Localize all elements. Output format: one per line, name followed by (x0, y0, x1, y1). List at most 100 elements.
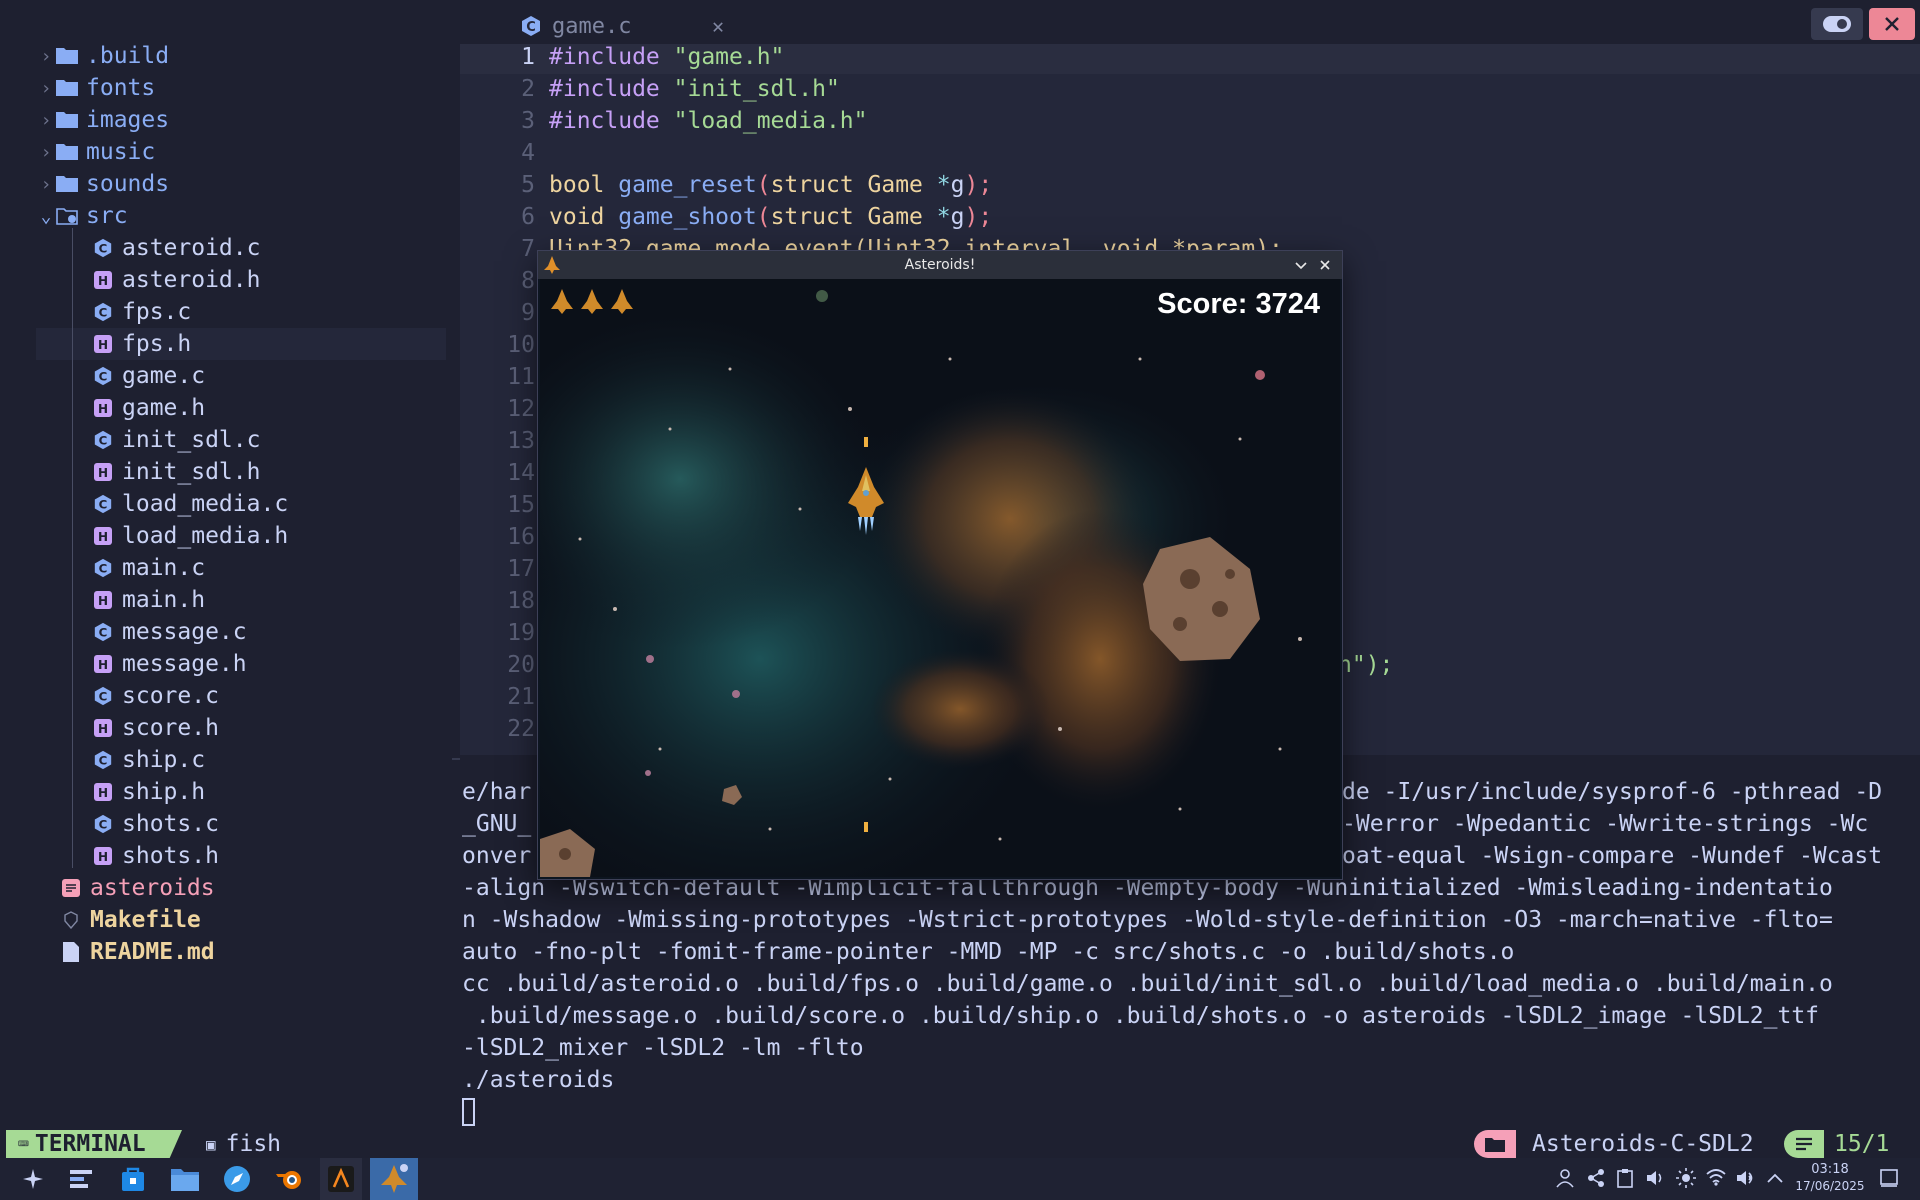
volume-icon[interactable] (1646, 1168, 1664, 1192)
tree-item-label: load_media.c (122, 491, 289, 517)
file-manager-icon[interactable] (164, 1158, 206, 1200)
tree-item-label: ship.h (122, 779, 206, 805)
tree-file[interactable]: Cgame.c (92, 360, 205, 392)
code-line-3[interactable]: #include "load_media.h" (549, 108, 868, 134)
tree-file[interactable]: Hshots.h (92, 840, 219, 872)
close-icon[interactable]: ✕ (712, 14, 724, 38)
tree-item-label: ship.c (122, 747, 206, 773)
code-line-1[interactable]: #include "game.h" (549, 44, 784, 70)
tree-file[interactable]: Hscore.h (92, 712, 219, 744)
code-line-2[interactable]: #include "init_sdl.h" (549, 76, 840, 102)
tree-item-label: asteroid.c (122, 235, 261, 261)
tree-file[interactable]: asteroids (60, 872, 215, 904)
svg-text:C: C (526, 20, 536, 35)
tree-file[interactable]: Cfps.c (92, 296, 191, 328)
game-window[interactable]: Asteroids! Score: 3724 (538, 251, 1342, 879)
tree-item-label: init_sdl.c (122, 427, 261, 453)
tree-file[interactable]: Hload_media.h (92, 520, 288, 552)
close-icon[interactable] (1318, 258, 1332, 276)
svg-text:H: H (98, 530, 108, 544)
speaker-icon[interactable] (1736, 1168, 1756, 1192)
svg-text:H: H (98, 722, 108, 736)
chevron-right-icon[interactable]: › (36, 174, 56, 195)
svg-text:H: H (98, 850, 108, 864)
tree-file[interactable]: Cinit_sdl.c (92, 424, 260, 456)
line-number: 11 (507, 364, 535, 390)
chevron-right-icon[interactable]: › (36, 78, 56, 99)
tree-file[interactable]: Cship.c (92, 744, 205, 776)
prompt-icon: ▣ (206, 1134, 216, 1154)
code-line-6[interactable]: void game_shoot(struct Game *g); (549, 204, 992, 230)
tree-file[interactable]: Hasteroid.h (92, 264, 260, 296)
tree-file[interactable]: Cscore.c (92, 680, 219, 712)
file-explorer: › .build › fonts › images › music › sounds ⌄ src Cas… (0, 0, 460, 1130)
task-manager-icon[interactable] (60, 1158, 102, 1200)
c-file-icon: C (92, 301, 114, 323)
tree-item-label: fps.h (122, 331, 192, 357)
terminal-cursor (462, 1098, 475, 1126)
tree-file[interactable]: Cmessage.c (92, 616, 247, 648)
tree-file[interactable]: Cshots.c (92, 808, 219, 840)
chevron-right-icon[interactable]: › (36, 46, 56, 67)
clipboard-icon[interactable] (1617, 1168, 1633, 1192)
terminal-line-fragment: -Werror -Wpedantic -Wwrite-strings -Wc (1342, 811, 1869, 837)
chevron-down-icon[interactable]: ⌄ (36, 206, 56, 227)
line-number: 6 (521, 204, 535, 230)
svg-text:H: H (98, 786, 108, 800)
tree-file[interactable]: Hship.h (92, 776, 205, 808)
terminal-line: ./asteroids (462, 1067, 615, 1093)
chevron-right-icon[interactable]: › (36, 110, 56, 131)
tree-file[interactable]: Hmain.h (92, 584, 205, 616)
clock-time: 03:18 (1811, 1162, 1849, 1177)
tree-folder[interactable]: › .build (36, 40, 170, 72)
tree-folder[interactable]: › music (36, 136, 156, 168)
tree-file[interactable]: Hmessage.h (92, 648, 247, 680)
minimize-icon[interactable] (1294, 258, 1308, 276)
tree-file[interactable]: Casteroid.c (92, 232, 260, 264)
tree-folder[interactable]: › fonts (36, 72, 156, 104)
bullet (864, 437, 868, 447)
line-number: 3 (521, 108, 535, 134)
chevron-right-icon[interactable]: › (36, 142, 56, 163)
code-line-5[interactable]: bool game_reset(struct Game *g); (549, 172, 992, 198)
user-icon[interactable] (1556, 1168, 1574, 1192)
asteroids-game-icon[interactable] (370, 1158, 418, 1200)
terminal-app-icon[interactable] (320, 1158, 362, 1200)
svg-text:C: C (99, 754, 108, 768)
clock[interactable]: 03:18 17/06/2025 (1790, 1162, 1870, 1194)
markdown-file-icon (60, 941, 82, 963)
app-launcher-icon[interactable] (12, 1158, 54, 1200)
tree-file[interactable]: Hinit_sdl.h (92, 456, 260, 488)
tree-file[interactable]: Makefile (60, 904, 201, 936)
network-share-icon[interactable] (1587, 1168, 1605, 1192)
tree-file[interactable]: Cmain.c (92, 552, 205, 584)
tree-folder[interactable]: › images (36, 104, 170, 136)
wifi-icon[interactable] (1706, 1168, 1726, 1190)
svg-text:C: C (99, 818, 108, 832)
tree-item-label: images (86, 107, 170, 133)
svg-text:C: C (99, 306, 108, 320)
tree-file[interactable]: Cload_media.c (92, 488, 288, 520)
show-desktop-icon[interactable] (1880, 1169, 1898, 1191)
tree-file[interactable]: Hgame.h (92, 392, 205, 424)
close-window-icon[interactable] (1869, 8, 1915, 40)
line-number: 5 (521, 172, 535, 198)
c-file-icon: C (92, 237, 114, 259)
svg-text:H: H (98, 658, 108, 672)
tree-item-label: asteroid.h (122, 267, 261, 293)
tree-file[interactable]: Hfps.h (92, 328, 191, 360)
terminal-line: cc .build/asteroid.o .build/fps.o .build… (462, 971, 1833, 997)
browser-icon[interactable] (216, 1158, 258, 1200)
blender-icon[interactable] (268, 1158, 310, 1200)
brightness-icon[interactable] (1676, 1168, 1696, 1192)
game-canvas[interactable]: Score: 3724 (540, 279, 1340, 877)
tray-expand-icon[interactable] (1766, 1170, 1784, 1189)
h-file-icon: H (92, 781, 114, 803)
tree-folder[interactable]: ⌄ src (36, 200, 128, 232)
store-icon[interactable] (112, 1158, 154, 1200)
game-titlebar[interactable]: Asteroids! (538, 251, 1342, 279)
tree-folder[interactable]: › sounds (36, 168, 170, 200)
tab-game-c[interactable]: C game.c ✕ (520, 8, 1220, 44)
tree-file[interactable]: README.md (60, 936, 215, 968)
toggle-icon[interactable] (1811, 8, 1863, 40)
